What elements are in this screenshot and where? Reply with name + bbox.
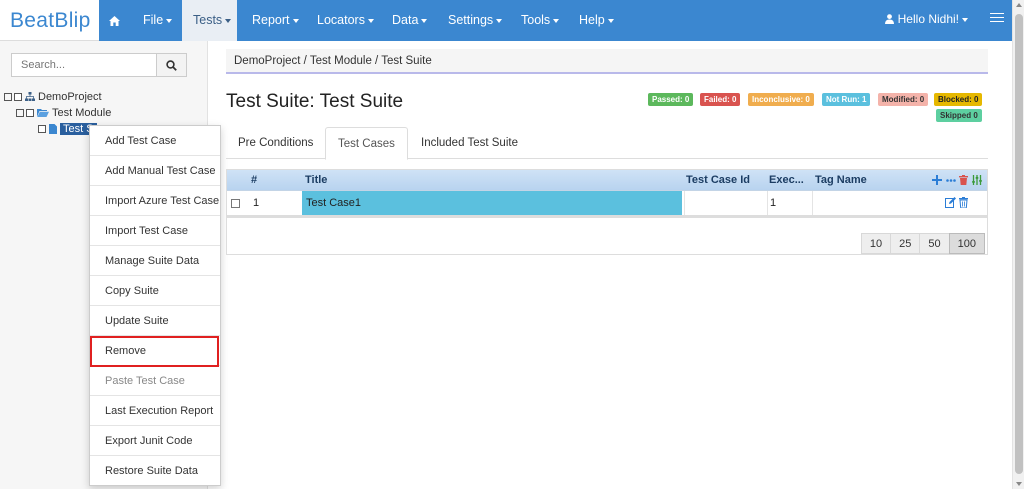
- status-badge-failed: Failed: 0: [700, 93, 741, 106]
- menu-update-suite[interactable]: Update Suite: [90, 306, 220, 336]
- status-badge-not-run: Not Run: 1: [822, 93, 871, 106]
- tree-node-demoproject[interactable]: DemoProject: [4, 89, 102, 104]
- status-badge-skipped: Skipped 0: [936, 109, 982, 122]
- nav-locators[interactable]: Locators: [311, 0, 380, 41]
- page-size-25[interactable]: 25: [890, 233, 921, 254]
- caret-down-icon: [421, 18, 428, 23]
- nav-report[interactable]: Report: [246, 0, 305, 41]
- tree-checkbox[interactable]: [38, 124, 46, 133]
- menu-add-manual-test-case[interactable]: Add Manual Test Case: [90, 156, 220, 186]
- tree-label: Test Module: [52, 106, 112, 119]
- caret-down-icon: [367, 18, 374, 23]
- column-header-title[interactable]: Title: [305, 170, 327, 191]
- menu-export-junit-code[interactable]: Export Junit Code: [90, 426, 220, 456]
- tree-toggle-icon[interactable]: [4, 92, 12, 101]
- cell-divider: [684, 191, 685, 215]
- nav-tests[interactable]: Tests: [182, 0, 237, 41]
- row-title[interactable]: Test Case1: [302, 191, 682, 215]
- remove-highlight-box: [90, 336, 219, 367]
- nav-tools[interactable]: Tools: [515, 0, 565, 41]
- caret-down-icon: [166, 18, 173, 23]
- tree-node-test-module[interactable]: Test Module: [16, 105, 111, 120]
- tab-included-test-suite[interactable]: Included Test Suite: [409, 127, 530, 159]
- tab-bar: Pre Conditions Test Cases Included Test …: [226, 127, 988, 160]
- cell-divider: [767, 191, 768, 215]
- column-settings-icon[interactable]: [972, 175, 982, 185]
- grid-header: # Title Test Case Id Exec... Tag Name: [227, 170, 987, 191]
- nav-data[interactable]: Data: [386, 0, 433, 41]
- context-menu: Add Test Case Add Manual Test Case Impor…: [89, 125, 221, 486]
- menu-copy-suite[interactable]: Copy Suite: [90, 276, 220, 306]
- grid-separator: [227, 216, 987, 218]
- user-menu[interactable]: Hello Nidhi!: [884, 0, 968, 41]
- search-icon: [166, 59, 177, 71]
- caret-down-icon: [607, 18, 614, 23]
- column-header-test-case-id[interactable]: Test Case Id: [686, 170, 750, 191]
- vertical-scrollbar[interactable]: [1012, 0, 1024, 489]
- page-title: Test Suite: Test Suite: [226, 91, 404, 112]
- home-icon[interactable]: [99, 0, 129, 41]
- caret-down-icon: [553, 18, 560, 23]
- status-badge-inconclusive: Inconclusive: 0: [748, 93, 814, 106]
- cell-divider: [812, 191, 813, 215]
- tab-pre-conditions[interactable]: Pre Conditions: [226, 127, 325, 159]
- scroll-up-arrow-icon[interactable]: [1016, 3, 1022, 7]
- search-input[interactable]: [12, 54, 157, 76]
- test-case-grid: # Title Test Case Id Exec... Tag Name 1 …: [226, 169, 988, 255]
- column-header-number[interactable]: #: [251, 170, 257, 191]
- column-header-execution[interactable]: Exec...: [769, 170, 804, 191]
- menu-paste-test-case: Paste Test Case: [90, 366, 220, 396]
- nav-settings[interactable]: Settings: [442, 0, 508, 41]
- caret-down-icon: [496, 18, 503, 23]
- row-checkbox[interactable]: [231, 199, 240, 208]
- nav-file[interactable]: File: [137, 0, 178, 41]
- user-icon: [884, 14, 894, 24]
- tree-checkbox[interactable]: [26, 108, 34, 117]
- trash-icon[interactable]: [959, 197, 968, 208]
- nav-help[interactable]: Help: [573, 0, 620, 41]
- column-header-tag-name[interactable]: Tag Name: [815, 170, 867, 191]
- top-navbar: BeatBlip File Tests Report Locators Data…: [0, 0, 1012, 41]
- status-badges: Passed: 0 Failed: 0 Inconclusive: 0 Not …: [640, 93, 988, 125]
- sitemap-icon: [25, 92, 35, 101]
- scroll-down-arrow-icon[interactable]: [1016, 482, 1022, 486]
- menu-import-test-case[interactable]: Import Test Case: [90, 216, 220, 246]
- tree-node-test-suite[interactable]: Test S: [38, 121, 97, 136]
- tab-test-cases[interactable]: Test Cases: [325, 127, 408, 160]
- search-box: [11, 53, 187, 77]
- page-size-100[interactable]: 100: [948, 233, 985, 254]
- edit-icon[interactable]: [945, 197, 956, 208]
- delete-icon[interactable]: [959, 175, 968, 185]
- row-number: 1: [253, 197, 260, 209]
- row-test-case-id: [687, 191, 767, 215]
- breadcrumb: DemoProject / Test Module / Test Suite: [226, 49, 988, 74]
- menu-import-azure-test-case[interactable]: Import Azure Test Case: [90, 186, 220, 216]
- folder-open-icon: [37, 109, 49, 117]
- page-size-selector: 10 25 50 100: [860, 233, 985, 254]
- scrollbar-thumb[interactable]: [1015, 14, 1023, 474]
- add-icon[interactable]: [932, 175, 942, 185]
- tree-label: DemoProject: [38, 90, 102, 103]
- caret-down-icon: [225, 18, 232, 23]
- file-icon: [49, 123, 57, 134]
- caret-down-icon: [292, 18, 299, 23]
- more-options-icon[interactable]: [946, 179, 956, 182]
- tree-checkbox[interactable]: [14, 92, 22, 101]
- menu-add-test-case[interactable]: Add Test Case: [90, 126, 220, 156]
- menu-last-execution-report[interactable]: Last Execution Report: [90, 396, 220, 426]
- brand-logo[interactable]: BeatBlip: [0, 0, 99, 41]
- status-badge-modified: Modified: 0: [878, 93, 929, 106]
- page-size-50[interactable]: 50: [919, 233, 950, 254]
- menu-restore-suite-data[interactable]: Restore Suite Data: [90, 456, 220, 486]
- caret-down-icon: [962, 17, 968, 22]
- status-badge-passed: Passed: 0: [648, 93, 694, 106]
- table-row[interactable]: 1 Test Case1 1: [227, 191, 987, 216]
- status-badge-blocked: Blocked: 0: [934, 93, 983, 106]
- row-execution-count: 1: [770, 197, 777, 209]
- search-button[interactable]: [156, 54, 186, 76]
- hamburger-menu-icon[interactable]: [990, 10, 1004, 24]
- page-size-10[interactable]: 10: [860, 233, 892, 254]
- menu-manage-suite-data[interactable]: Manage Suite Data: [90, 246, 220, 276]
- tree-toggle-icon[interactable]: [16, 108, 24, 117]
